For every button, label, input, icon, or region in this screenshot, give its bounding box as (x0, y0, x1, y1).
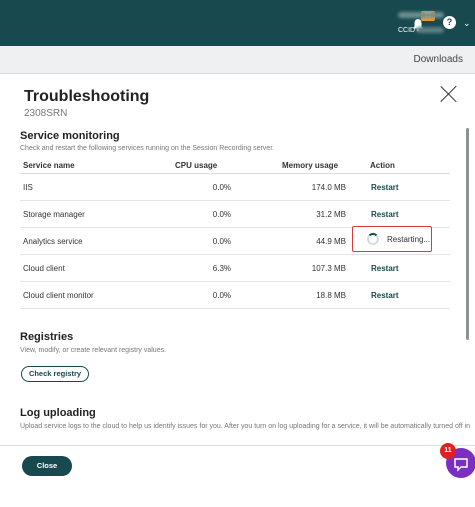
cpu-usage: 0.0% (212, 291, 231, 300)
table-row: IIS 0.0% 174.0 MB Restart (20, 174, 450, 201)
service-monitoring-description: Check and restart the following services… (20, 145, 275, 152)
log-uploading-description: Upload service logs to the cloud to help… (20, 423, 471, 430)
account-id-blurred (416, 27, 444, 33)
log-uploading-title: Log uploading (20, 407, 96, 419)
memory-usage: 18.8 MB (316, 291, 346, 300)
chevron-down-icon[interactable]: ⌄ (463, 18, 471, 29)
service-name: Cloud client (23, 264, 65, 273)
spinner-icon (367, 233, 379, 245)
memory-usage: 44.9 MB (316, 237, 346, 246)
close-icon[interactable] (440, 85, 458, 103)
column-memory-usage: Memory usage (282, 161, 339, 170)
memory-usage: 107.3 MB (311, 264, 346, 273)
cpu-usage: 0.0% (212, 210, 231, 219)
table-row: Cloud client 6.3% 107.3 MB Restart (20, 255, 450, 282)
cpu-usage: 0.0% (212, 183, 231, 192)
cpu-usage: 0.0% (212, 237, 231, 246)
restart-button[interactable]: Restart (371, 183, 399, 192)
memory-usage: 31.2 MB (316, 210, 346, 219)
restart-button[interactable]: Restart (371, 264, 399, 273)
restarting-label: Restarting... (387, 235, 431, 244)
column-cpu-usage: CPU usage (175, 161, 218, 170)
memory-usage: 174.0 MB (311, 183, 346, 192)
registries-description: View, modify, or create relevant registr… (20, 347, 167, 354)
restart-button[interactable]: Restart (371, 210, 399, 219)
service-monitoring-title: Service monitoring (20, 130, 120, 142)
sub-toolbar: Downloads (0, 46, 475, 74)
dialog-title: Troubleshooting (24, 88, 150, 105)
table-row: Cloud client monitor 0.0% 18.8 MB Restar… (20, 282, 450, 309)
account-name-blurred (398, 12, 444, 18)
dialog-footer (0, 445, 475, 507)
scrollbar[interactable] (466, 128, 469, 340)
chat-badge: 11 (440, 443, 456, 459)
check-registry-button[interactable]: Check registry (21, 366, 89, 382)
service-name: IIS (23, 183, 33, 192)
restart-button[interactable]: Restart (371, 291, 399, 300)
ccid-label: CCID (398, 27, 416, 34)
table-header: Service name CPU usage Memory usage Acti… (20, 156, 450, 174)
service-name: Cloud client monitor (23, 291, 94, 300)
column-action: Action (370, 161, 395, 170)
table-row: Storage manager 0.0% 31.2 MB Restart (20, 201, 450, 228)
restarting-status: Restarting... (352, 226, 432, 252)
dialog-subtitle: 2308SRN (24, 108, 68, 119)
service-name: Storage manager (23, 210, 85, 219)
column-service-name: Service name (23, 161, 75, 170)
close-button[interactable]: Close (22, 456, 72, 476)
registries-title: Registries (20, 331, 74, 343)
service-name: Analytics service (23, 237, 83, 246)
cpu-usage: 6.3% (212, 264, 231, 273)
downloads-link[interactable]: Downloads (414, 54, 463, 65)
